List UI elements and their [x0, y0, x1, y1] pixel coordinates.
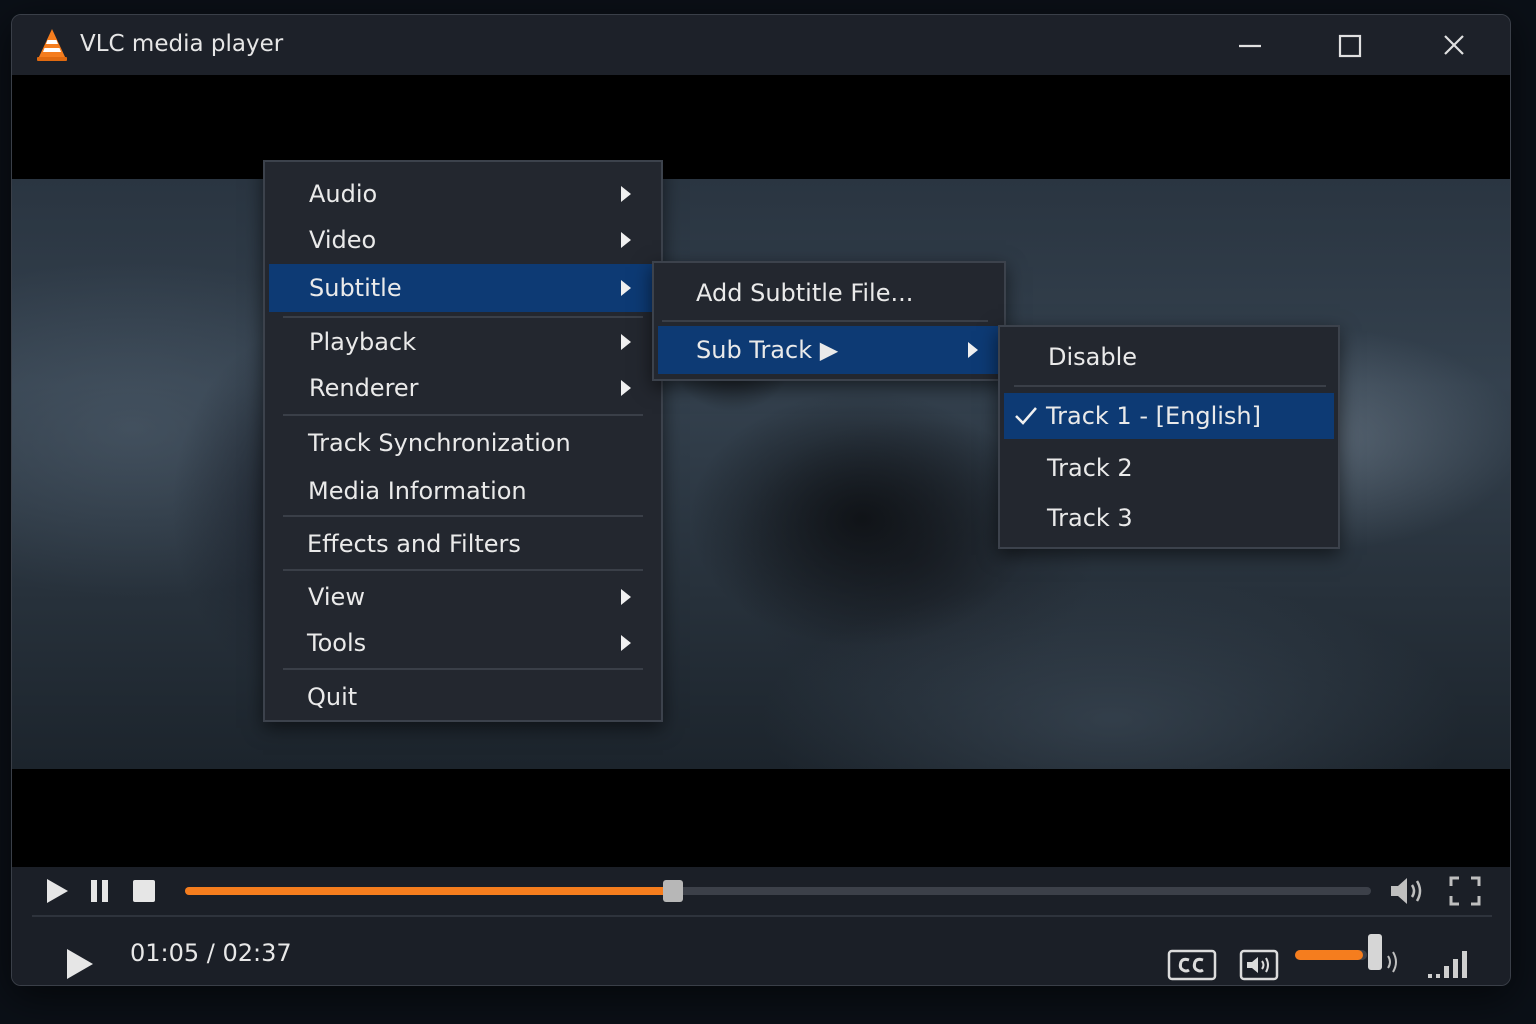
menu-divider — [283, 668, 643, 670]
menu-item-playback[interactable]: Playback — [269, 320, 657, 364]
vlc-cone-icon — [37, 29, 67, 61]
volume-wave-icon — [1387, 951, 1397, 973]
menu-item-view[interactable]: View — [269, 574, 657, 620]
window-title: VLC media player — [80, 31, 284, 57]
menu-item-subtitle[interactable]: Subtitle — [269, 264, 657, 312]
menu-divider — [1014, 385, 1326, 387]
control-bar: 01:05 / 02:37 — [12, 867, 1510, 985]
menu-item-audio[interactable]: Audio — [269, 172, 657, 216]
sub-track-submenu: Disable Track 1 - [English] Track 2 Trac… — [998, 325, 1340, 549]
close-button[interactable] — [1436, 29, 1472, 63]
subtitle-submenu: Add Subtitle File... Sub Track ▶ — [652, 261, 1006, 381]
menu-divider — [283, 569, 643, 571]
menu-item-add-subtitle-file[interactable]: Add Subtitle File... — [658, 269, 1000, 317]
context-menu: Audio Video Subtitle Playback Renderer T… — [263, 160, 663, 722]
chevron-right-icon — [621, 280, 631, 296]
volume-handle[interactable] — [1368, 934, 1382, 970]
chevron-right-icon — [621, 380, 631, 396]
chevron-right-icon — [621, 186, 631, 202]
chevron-right-icon — [621, 232, 631, 248]
seek-bar[interactable] — [185, 880, 1371, 902]
maximize-button[interactable] — [1332, 29, 1368, 63]
volume-level — [1295, 950, 1363, 960]
menu-divider — [283, 414, 643, 416]
time-display: 01:05 / 02:37 — [130, 939, 292, 967]
menu-item-tools[interactable]: Tools — [269, 620, 657, 666]
menu-item-quit[interactable]: Quit — [269, 674, 657, 720]
signal-bars-icon — [1428, 951, 1467, 978]
menu-item-media-information[interactable]: Media Information — [269, 468, 657, 514]
menu-item-disable[interactable]: Disable — [1004, 333, 1334, 381]
control-divider — [32, 915, 1492, 917]
menu-divider — [283, 515, 643, 517]
seek-handle[interactable] — [663, 880, 684, 902]
menu-item-effects-and-filters[interactable]: Effects and Filters — [269, 520, 657, 568]
menu-divider — [662, 320, 988, 322]
minimize-icon — [1239, 44, 1261, 48]
minimize-button[interactable] — [1232, 29, 1268, 63]
menu-item-track-3[interactable]: Track 3 — [1004, 495, 1334, 541]
chevron-right-icon — [621, 589, 631, 605]
menu-divider — [283, 316, 643, 318]
play-icon[interactable] — [64, 947, 96, 981]
maximize-icon — [1338, 34, 1362, 58]
cc-icon[interactable] — [1167, 949, 1217, 981]
title-bar[interactable]: VLC media player — [12, 15, 1510, 75]
close-icon — [1444, 35, 1464, 55]
volume-slider[interactable] — [1295, 950, 1367, 960]
checkmark-icon — [1015, 407, 1037, 425]
chevron-right-icon — [621, 635, 631, 651]
menu-item-video[interactable]: Video — [269, 218, 657, 262]
stop-icon[interactable] — [132, 879, 156, 903]
fullscreen-icon[interactable] — [1448, 875, 1482, 907]
chevron-right-icon — [621, 334, 631, 350]
seek-progress — [185, 887, 672, 895]
audio-track-icon[interactable] — [1239, 949, 1279, 981]
menu-item-track-1-english[interactable]: Track 1 - [English] — [1004, 393, 1334, 439]
pause-icon[interactable] — [88, 877, 112, 905]
menu-item-sub-track[interactable]: Sub Track ▶ — [658, 326, 1000, 374]
volume-icon[interactable] — [1388, 875, 1428, 907]
menu-item-renderer[interactable]: Renderer — [269, 366, 657, 410]
menu-item-track-synchronization[interactable]: Track Synchronization — [269, 420, 657, 466]
chevron-right-icon — [968, 342, 978, 358]
play-icon[interactable] — [44, 877, 70, 905]
menu-item-track-2[interactable]: Track 2 — [1004, 445, 1334, 491]
